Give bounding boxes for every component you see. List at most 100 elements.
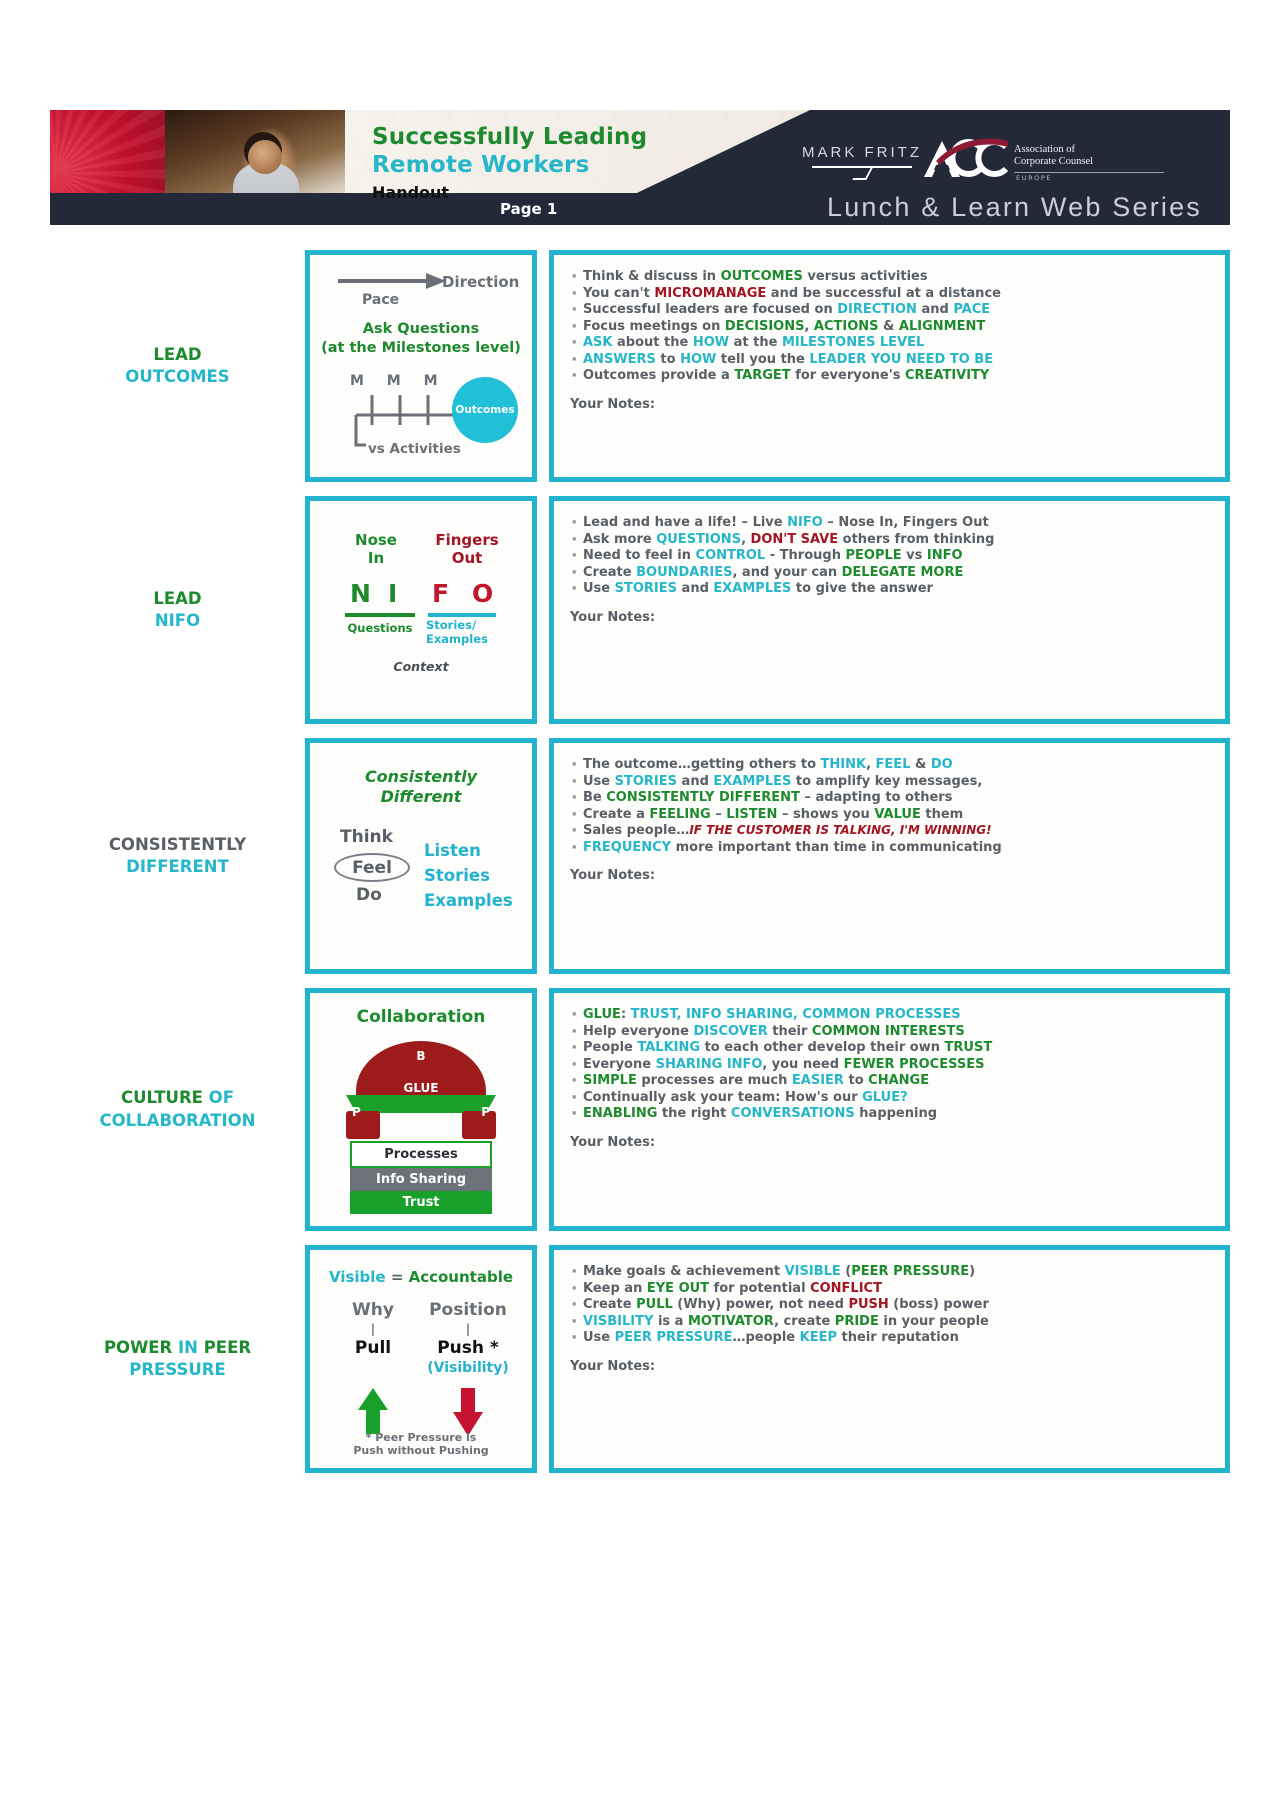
bullet-item: Need to feel in CONTROL - Through PEOPLE… bbox=[570, 546, 1209, 567]
bullet-text-run: Create a bbox=[583, 806, 650, 822]
banner-title-line2: Remote Workers bbox=[372, 152, 590, 179]
bullet-item: Everyone SHARING INFO, you need FEWER PR… bbox=[570, 1055, 1209, 1076]
bullet-text-run: NIFO bbox=[787, 515, 823, 530]
bullet-text-run: DISCOVER bbox=[693, 1023, 768, 1039]
nifo-letter-f: F bbox=[432, 579, 450, 608]
bullet-text-run: ( bbox=[840, 1264, 852, 1279]
fingers-out-label: Fingers Out bbox=[422, 531, 512, 568]
bullet-item: Keep an EYE OUT for potential CONFLICT bbox=[570, 1279, 1209, 1300]
bullet-text-run: (Why) power, not need bbox=[672, 1297, 849, 1312]
row-label-lead-outcomes: LEAD OUTCOMES bbox=[50, 250, 305, 482]
banner-title-block: Successfully Leading Remote Workers Hand… bbox=[372, 123, 647, 202]
bullet-text-run: EASIER bbox=[791, 1073, 844, 1088]
row-culture-of-collaboration: CULTURE OF COLLABORATION Collaboration B… bbox=[50, 988, 1230, 1231]
equals-sign: = bbox=[385, 1268, 409, 1286]
bullet-text-run: them bbox=[920, 806, 964, 822]
bullet-item: Be CONSISTENTLY DIFFERENT – adapting to … bbox=[570, 788, 1209, 809]
out-word: Out bbox=[451, 549, 483, 568]
row-lead-nifo: LEAD NIFO Nose In Fingers Out N I F O Qu… bbox=[50, 496, 1230, 724]
nifo-diagram: Nose In Fingers Out N I F O Questions St… bbox=[305, 496, 537, 724]
bullet-item: Create BOUNDARIES, and your can DELEGATE… bbox=[570, 563, 1209, 584]
bullet-text-run: (boss) power bbox=[888, 1297, 989, 1312]
bullet-text-run: LISTEN bbox=[726, 806, 778, 822]
listen-word: Listen bbox=[424, 841, 481, 860]
acc-divider bbox=[1014, 171, 1164, 173]
bullet-text-run: & bbox=[910, 757, 931, 772]
bullet-text-run: TRUST bbox=[944, 1040, 993, 1055]
milestones-markers: M M M bbox=[350, 373, 447, 389]
bullet-text-run: HOW bbox=[680, 351, 717, 367]
bullet-item: ANSWERS to HOW tell you the LEADER YOU N… bbox=[570, 350, 1209, 371]
row4-label-part1: CULTURE OF bbox=[121, 1088, 234, 1108]
bullet-text-run: OUTCOMES bbox=[720, 269, 803, 284]
outcomes-circle: Outcomes bbox=[452, 377, 518, 443]
do-label: Do bbox=[356, 885, 382, 905]
bullet-text-run: STORIES bbox=[614, 581, 678, 596]
nifo-letter-o: O bbox=[472, 579, 494, 608]
bullet-text-run: more important than time in communicatin… bbox=[671, 839, 1002, 855]
bullet-text-run: PEER PRESSURE bbox=[851, 1264, 970, 1279]
bullet-text-run: BOUNDARIES bbox=[636, 564, 733, 580]
bullet-text-run: Use bbox=[583, 581, 615, 596]
bullet-text-run: to amplify key messages, bbox=[791, 773, 983, 789]
bullets-lead-nifo: Lead and have a life! – Live NIFO – Nose… bbox=[549, 496, 1230, 724]
bullet-text-run: TARGET bbox=[734, 368, 791, 383]
bullet-text-run: ) bbox=[969, 1264, 976, 1279]
bullet-text-run: Help everyone bbox=[583, 1023, 694, 1039]
title-line2: Different bbox=[380, 787, 462, 807]
bullet-text-run: SHARING INFO bbox=[655, 1056, 763, 1072]
your-notes-label: Your Notes: bbox=[570, 868, 656, 883]
bullet-text-run: PEER PRESSURE bbox=[614, 1330, 733, 1345]
bullet-text-run: to bbox=[655, 351, 681, 367]
think-label: Think bbox=[340, 827, 393, 847]
bullet-text-run: ASK bbox=[583, 335, 613, 350]
bullet-item: Create PULL (Why) power, not need PUSH (… bbox=[570, 1295, 1209, 1316]
bullet-text-run: PUSH bbox=[848, 1297, 889, 1312]
bullet-text-run: ANSWERS bbox=[583, 351, 656, 367]
bullet-item: Continually ask your team: How's our GLU… bbox=[570, 1088, 1209, 1109]
bullet-text-run: Keep an bbox=[583, 1280, 647, 1296]
stories-word: Stories bbox=[424, 865, 490, 885]
bullet-text-run: Sales people… bbox=[583, 823, 690, 838]
bullet-text-run: Lead and have a life! – Live bbox=[583, 515, 788, 530]
acc-line1: Association of bbox=[1014, 144, 1075, 155]
bullet-text-run: about the bbox=[612, 335, 693, 350]
bullet-text-run: …people bbox=[732, 1330, 800, 1345]
examples-word: Examples bbox=[426, 631, 488, 646]
row-lead-outcomes: LEAD OUTCOMES Direction Pace Ask Questio… bbox=[50, 250, 1230, 482]
bullet-text-run: - Through bbox=[765, 548, 846, 563]
row-power-in-peer-pressure: POWER IN PEER PRESSURE Visible = Account… bbox=[50, 1245, 1230, 1473]
bullet-text-run: VISBILITY bbox=[583, 1313, 654, 1329]
bullet-list: Make goals & achievement VISIBLE (PEER P… bbox=[570, 1262, 1209, 1349]
row5-label-part1: POWER IN PEER bbox=[103, 1337, 252, 1357]
stories-examples-label: Stories/ Examples bbox=[426, 618, 502, 646]
row-consistently-different: CONSISTENTLY DIFFERENT Consistently Diff… bbox=[50, 738, 1230, 974]
consistently-different-title: Consistently Different bbox=[310, 767, 532, 807]
why-connector-bar: | bbox=[370, 1322, 376, 1336]
bullet-text-run: the right bbox=[657, 1106, 731, 1121]
footnote-line1: * Peer Pressure is bbox=[365, 1430, 477, 1444]
position-connector-bar: | bbox=[465, 1322, 471, 1336]
bullet-list: Lead and have a life! – Live NIFO – Nose… bbox=[570, 513, 1209, 600]
bullet-text-run: MILESTONES LEVEL bbox=[781, 335, 925, 350]
bullet-text-run: QUESTIONS bbox=[656, 531, 742, 547]
bullet-item: The outcome…getting others to THINK, FEE… bbox=[570, 755, 1209, 776]
mark-fritz-logo: MARK FRITZ bbox=[802, 144, 922, 168]
row2-label-part2: NIFO bbox=[154, 611, 201, 630]
bullet-text-run: for everyone's bbox=[790, 368, 905, 383]
row1-label-part1: LEAD bbox=[153, 344, 202, 364]
bullet-text-run: The outcome…getting others to bbox=[583, 757, 821, 772]
bullet-text-run: for potential bbox=[709, 1280, 811, 1296]
nifo-letter-i: I bbox=[388, 579, 398, 608]
bullet-text-run: and be successful at a distance bbox=[766, 285, 1001, 301]
stories-word: Stories/ bbox=[426, 618, 477, 632]
bullet-text-run: Need to feel in bbox=[583, 548, 696, 563]
bullet-text-run: IF THE CUSTOMER IS TALKING, I'M WINNING! bbox=[689, 823, 992, 837]
bullet-item: Use PEER PRESSURE…people KEEP their repu… bbox=[570, 1328, 1209, 1349]
bullet-text-run: PULL bbox=[636, 1297, 673, 1312]
in-word: In bbox=[367, 549, 385, 568]
row1-label-part2: OUTCOMES bbox=[125, 367, 230, 386]
bullet-text-run: : bbox=[620, 1007, 631, 1022]
bullet-text-run: Think & discuss in bbox=[583, 269, 721, 284]
bullet-text-run: , bbox=[741, 531, 751, 547]
